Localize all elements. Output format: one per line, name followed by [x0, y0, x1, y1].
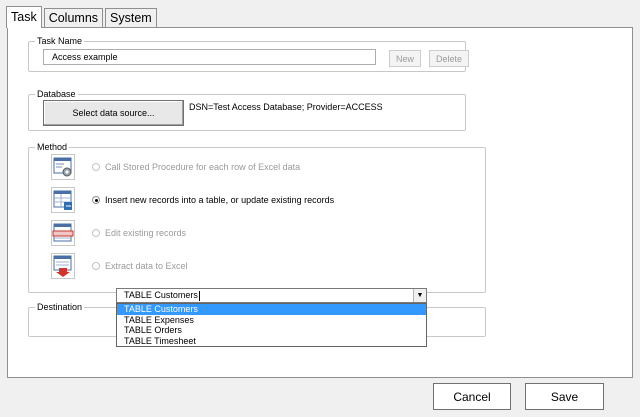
dropdown-option-customers[interactable]: TABLE Customers: [117, 304, 426, 315]
dropdown-option-orders[interactable]: TABLE Orders: [117, 325, 426, 336]
method-radio-stored-procedure[interactable]: [92, 163, 100, 171]
select-data-source-button[interactable]: Select data source...: [43, 100, 184, 126]
method-label-insert: Insert new records into a table, or upda…: [105, 195, 335, 205]
tab-task[interactable]: Task: [6, 6, 42, 28]
cancel-button[interactable]: Cancel: [433, 383, 511, 410]
method-label-extract: Extract data to Excel: [105, 261, 188, 271]
extract-data-icon: [51, 253, 75, 279]
tab-bar: Task Columns System: [6, 6, 159, 28]
tab-system[interactable]: System: [105, 8, 157, 28]
destination-combobox[interactable]: TABLE Customers ▼: [116, 288, 427, 303]
connection-string: DSN=Test Access Database; Provider=ACCES…: [189, 102, 383, 112]
task-name-input[interactable]: Access example: [43, 49, 376, 65]
method-label-edit: Edit existing records: [105, 228, 187, 238]
edit-records-icon: [51, 220, 75, 246]
new-button[interactable]: New: [389, 50, 421, 67]
method-radio-edit[interactable]: [92, 229, 100, 237]
destination-combobox-value: TABLE Customers: [124, 290, 198, 300]
task-name-group-title: Task Name: [35, 35, 85, 47]
destination-group-title: Destination: [35, 301, 85, 313]
tab-columns[interactable]: Columns: [43, 8, 104, 28]
delete-button[interactable]: Delete: [429, 50, 469, 67]
database-group-title: Database: [35, 88, 78, 100]
stored-procedure-icon: [51, 154, 75, 180]
save-button[interactable]: Save: [525, 383, 604, 410]
destination-dropdown-list: TABLE Customers TABLE Expenses TABLE Ord…: [116, 303, 427, 347]
method-radio-extract[interactable]: [92, 262, 100, 270]
method-group-title: Method: [35, 141, 70, 153]
method-label-stored-procedure: Call Stored Procedure for each row of Ex…: [105, 162, 301, 172]
insert-records-icon: [51, 187, 75, 213]
method-radio-insert[interactable]: [92, 196, 100, 204]
chevron-down-icon[interactable]: ▼: [413, 289, 426, 302]
dropdown-option-expenses[interactable]: TABLE Expenses: [117, 315, 426, 326]
dropdown-option-timesheet[interactable]: TABLE Timesheet: [117, 336, 426, 347]
